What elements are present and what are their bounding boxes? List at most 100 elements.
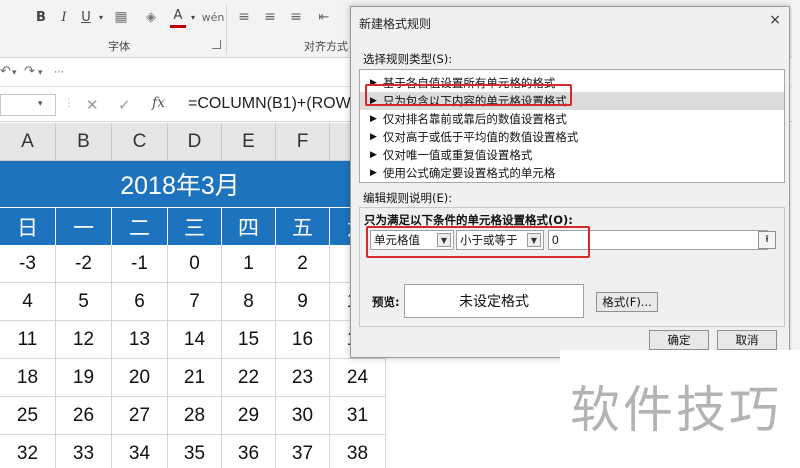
name-box[interactable]: [0, 94, 56, 116]
table-cell[interactable]: -2: [56, 245, 112, 283]
column-header[interactable]: D: [168, 123, 222, 161]
table-cell[interactable]: 36: [222, 435, 276, 468]
dialog-title: 新建格式规则: [359, 17, 432, 31]
table-cell[interactable]: 35: [168, 435, 222, 468]
table-cell[interactable]: 32: [0, 435, 56, 468]
triangle-right-icon: ▶: [370, 168, 377, 178]
rule-type-item[interactable]: ▶ 仅对高于或低于平均值的数值设置格式: [360, 128, 784, 146]
font-dialog-launcher-icon[interactable]: [212, 40, 221, 49]
enter-icon[interactable]: ✓: [118, 96, 131, 114]
watermark-text: 软件技巧: [570, 381, 782, 439]
table-cell[interactable]: 29: [222, 397, 276, 435]
table-cell[interactable]: 25: [0, 397, 56, 435]
table-cell[interactable]: 15: [222, 321, 276, 359]
border-icon[interactable]: ▦: [112, 6, 130, 28]
table-cell[interactable]: 38: [330, 435, 386, 468]
table-cell[interactable]: 16: [276, 321, 330, 359]
rule-type-label: 仅对高于或低于平均值的数值设置格式: [382, 130, 579, 144]
bold-button[interactable]: B: [32, 6, 50, 28]
chevron-down-icon[interactable]: ▾: [96, 6, 106, 28]
fill-color-icon[interactable]: ◈: [142, 6, 160, 28]
table-cell[interactable]: 21: [168, 359, 222, 397]
table-cell[interactable]: 26: [56, 397, 112, 435]
format-button[interactable]: 格式(F)...: [596, 292, 658, 312]
underline-button[interactable]: U: [78, 6, 94, 28]
weekday-header[interactable]: 一: [56, 207, 112, 245]
calendar-title[interactable]: 2018年3月: [0, 161, 360, 207]
align-left-icon[interactable]: ≡: [236, 6, 252, 28]
table-cell[interactable]: 11: [0, 321, 56, 359]
collapse-dialog-icon[interactable]: ⭱: [758, 231, 776, 249]
undo-icon[interactable]: ↶: [0, 64, 11, 79]
rule-type-item[interactable]: ▶ 使用公式确定要设置格式的单元格: [360, 164, 784, 182]
ok-button[interactable]: 确定: [649, 330, 709, 350]
redo-icon[interactable]: ↷: [24, 64, 35, 79]
table-cell[interactable]: 19: [56, 359, 112, 397]
weekday-header[interactable]: 五: [276, 207, 330, 245]
table-cell[interactable]: -1: [112, 245, 168, 283]
table-cell[interactable]: 4: [0, 283, 56, 321]
insert-function-icon[interactable]: fx: [152, 95, 165, 111]
formula-input[interactable]: =COLUMN(B1)+(ROW(1: [188, 95, 365, 113]
table-cell[interactable]: 2: [276, 245, 330, 283]
font-color-button[interactable]: A: [170, 6, 186, 28]
italic-button[interactable]: I: [56, 6, 72, 28]
rule-type-item[interactable]: ▶ 仅对唯一值或重复值设置格式: [360, 146, 784, 164]
weekday-header[interactable]: 二: [112, 207, 168, 245]
chevron-down-icon[interactable]: ▾: [188, 6, 198, 28]
weekday-header[interactable]: 四: [222, 207, 276, 245]
table-cell[interactable]: 0: [168, 245, 222, 283]
table-cell[interactable]: 30: [276, 397, 330, 435]
cancel-button[interactable]: 取消: [717, 330, 777, 350]
preview-label: 预览:: [372, 295, 400, 309]
table-cell[interactable]: 37: [276, 435, 330, 468]
weekday-header[interactable]: 三: [168, 207, 222, 245]
chevron-down-icon[interactable]: ▾: [38, 99, 43, 109]
table-cell[interactable]: 28: [168, 397, 222, 435]
table-cell[interactable]: 24: [330, 359, 386, 397]
formula-bar-grip-icon: ⋮: [64, 98, 74, 109]
table-cell[interactable]: 20: [112, 359, 168, 397]
table-cell[interactable]: 5: [56, 283, 112, 321]
table-cell[interactable]: 27: [112, 397, 168, 435]
column-header[interactable]: A: [0, 123, 56, 161]
table-cell[interactable]: 12: [56, 321, 112, 359]
table-cell[interactable]: 33: [56, 435, 112, 468]
triangle-right-icon: ▶: [370, 150, 377, 160]
triangle-right-icon: ▶: [370, 114, 377, 124]
column-header[interactable]: F: [276, 123, 330, 161]
table-cell[interactable]: 6: [112, 283, 168, 321]
weekday-header[interactable]: 日: [0, 207, 56, 245]
indent-icon[interactable]: ⇤: [316, 6, 332, 28]
cancel-icon[interactable]: ✕: [86, 96, 99, 114]
phonetic-icon[interactable]: wén: [202, 6, 225, 28]
table-cell[interactable]: 9: [276, 283, 330, 321]
table-cell[interactable]: 1: [222, 245, 276, 283]
table-cell[interactable]: 34: [112, 435, 168, 468]
table-cell[interactable]: -3: [0, 245, 56, 283]
align-center-icon[interactable]: ≡: [262, 6, 278, 28]
select-rule-type-label: 选择规则类型(S):: [363, 52, 453, 66]
table-cell[interactable]: 13: [112, 321, 168, 359]
selected-rule-highlight: [365, 84, 572, 106]
table-cell[interactable]: 23: [276, 359, 330, 397]
more-icon[interactable]: ⋯: [54, 67, 64, 78]
align-right-icon[interactable]: ≡: [288, 6, 304, 28]
table-cell[interactable]: 8: [222, 283, 276, 321]
table-cell[interactable]: 7: [168, 283, 222, 321]
table-cell[interactable]: 18: [0, 359, 56, 397]
close-icon[interactable]: ×: [769, 12, 781, 28]
column-header[interactable]: E: [222, 123, 276, 161]
column-header[interactable]: B: [56, 123, 112, 161]
column-header[interactable]: C: [112, 123, 168, 161]
rule-type-label: 仅对唯一值或重复值设置格式: [382, 148, 533, 162]
table-cell[interactable]: 14: [168, 321, 222, 359]
chevron-down-icon[interactable]: ▾: [12, 68, 17, 78]
triangle-right-icon: ▶: [370, 132, 377, 142]
rule-type-item[interactable]: ▶ 仅对排名靠前或靠后的数值设置格式: [360, 110, 784, 128]
chevron-down-icon[interactable]: ▾: [38, 68, 43, 78]
rule-type-label: 仅对排名靠前或靠后的数值设置格式: [382, 112, 567, 126]
table-cell[interactable]: 22: [222, 359, 276, 397]
table-cell[interactable]: 31: [330, 397, 386, 435]
rule-type-label: 使用公式确定要设置格式的单元格: [382, 166, 556, 180]
